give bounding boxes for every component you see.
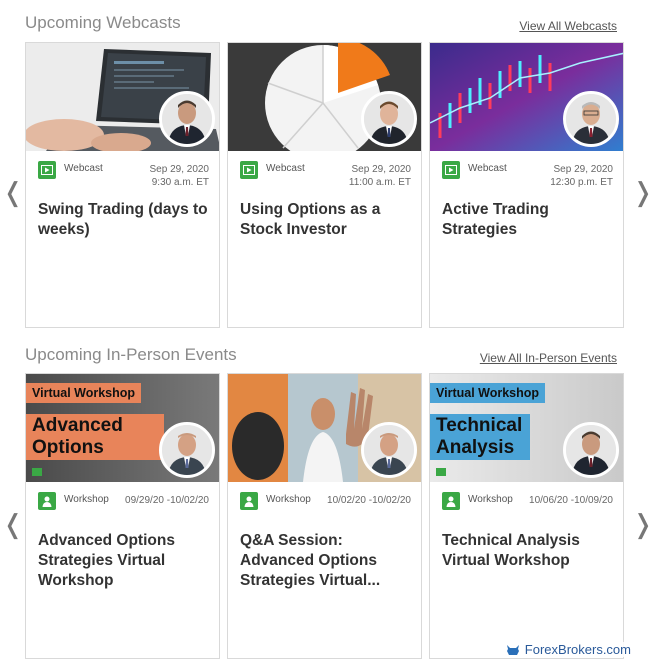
event-date-day: Sep 29, 2020 xyxy=(351,164,412,175)
event-type-label: Webcast xyxy=(64,163,103,174)
event-meta: Workshop 10/06/20 -10/09/20 xyxy=(430,482,623,524)
event-title[interactable]: Active Trading Strategies xyxy=(442,200,615,240)
event-type-label: Webcast xyxy=(266,163,305,174)
workshop-banner: Virtual Workshop Technical Analysis xyxy=(430,374,623,482)
event-date: 10/02/20 -10/02/20 xyxy=(327,495,411,506)
brand-logo-mark xyxy=(436,468,446,476)
event-card[interactable]: Workshop 10/02/20 -10/02/20 Q&A Session:… xyxy=(227,373,422,659)
event-meta: Workshop 10/02/20 -10/02/20 xyxy=(228,482,421,524)
webcast-meta: Webcast Sep 29, 2020 12:30 p.m. ET xyxy=(430,151,623,193)
event-title[interactable]: Swing Trading (days to weeks) xyxy=(38,200,211,240)
brand-logo-mark xyxy=(32,468,42,476)
event-date: 09/29/20 -10/02/20 xyxy=(125,495,209,506)
watermark-text: ForexBrokers.com xyxy=(524,642,631,657)
event-type-label: Workshop xyxy=(266,494,311,505)
view-all-webcasts-link[interactable]: View All Webcasts xyxy=(519,19,617,33)
qa-session-banner xyxy=(228,374,421,482)
event-title[interactable]: Q&A Session: Advanced Options Strategies… xyxy=(240,531,413,591)
event-date-time: 11:00 a.m. ET xyxy=(348,177,411,188)
events-heading: Upcoming In-Person Events xyxy=(25,345,237,364)
events-section: Upcoming In-Person Events View All In-Pe… xyxy=(0,335,653,671)
presenter-avatar xyxy=(361,91,417,147)
webcast-card[interactable]: Webcast Sep 29, 2020 12:30 p.m. ET Activ… xyxy=(429,42,624,328)
event-card[interactable]: Virtual Workshop Technical Analysis Work… xyxy=(429,373,624,659)
presenter-avatar xyxy=(159,422,215,478)
banner-tag: Virtual Workshop xyxy=(430,383,546,403)
event-date: Sep 29, 2020 12:30 p.m. ET xyxy=(550,163,613,189)
bull-logo-icon xyxy=(505,643,521,657)
event-title[interactable]: Using Options as a Stock Investor xyxy=(240,200,413,240)
webcasts-section: Upcoming Webcasts View All Webcasts ❬ ❭ xyxy=(0,0,653,335)
event-date: Sep 29, 2020 9:30 a.m. ET xyxy=(150,163,210,189)
webcast-card[interactable]: Webcast Sep 29, 2020 11:00 a.m. ET Using… xyxy=(227,42,422,328)
event-type-label: Workshop xyxy=(468,494,513,505)
webcast-thumbnail-pie xyxy=(228,43,421,151)
presenter-avatar xyxy=(159,91,215,147)
webcasts-prev-arrow[interactable]: ❬ xyxy=(2,178,24,208)
webcasts-heading: Upcoming Webcasts xyxy=(25,13,181,32)
webcast-meta: Webcast Sep 29, 2020 11:00 a.m. ET xyxy=(228,151,421,193)
workshop-person-icon xyxy=(38,492,56,510)
event-date-day: Sep 29, 2020 xyxy=(149,164,210,175)
webcast-play-icon xyxy=(442,161,460,179)
event-date-day: Sep 29, 2020 xyxy=(553,164,614,175)
banner-tag: Virtual Workshop xyxy=(26,383,142,403)
forexbrokers-watermark: ForexBrokers.com xyxy=(504,642,631,657)
event-type-label: Workshop xyxy=(64,494,109,505)
event-card[interactable]: Virtual Workshop Advanced Options Strate… xyxy=(25,373,220,659)
event-date: 10/06/20 -10/09/20 xyxy=(529,495,613,506)
event-date-time: 9:30 a.m. ET xyxy=(151,177,209,188)
workshop-person-icon xyxy=(442,492,460,510)
workshop-banner: Virtual Workshop Advanced Options Strate xyxy=(26,374,219,482)
event-date: Sep 29, 2020 11:00 a.m. ET xyxy=(349,163,411,189)
event-meta: Workshop 09/29/20 -10/02/20 xyxy=(26,482,219,524)
presenter-avatar xyxy=(563,422,619,478)
events-next-arrow[interactable]: ❭ xyxy=(632,510,653,540)
event-date-time: 12:30 p.m. ET xyxy=(550,177,613,188)
presenter-avatar xyxy=(361,422,417,478)
events-prev-arrow[interactable]: ❬ xyxy=(2,510,24,540)
banner-title: Advanced Options Strate xyxy=(26,414,164,460)
webcasts-next-arrow[interactable]: ❭ xyxy=(632,178,653,208)
webcast-thumbnail-laptop xyxy=(26,43,219,151)
workshop-person-icon xyxy=(240,492,258,510)
presenter-avatar xyxy=(563,91,619,147)
webcast-thumbnail-candles xyxy=(430,43,623,151)
banner-title: Technical Analysis xyxy=(430,414,530,460)
webcast-play-icon xyxy=(240,161,258,179)
event-type-label: Webcast xyxy=(468,163,507,174)
webcast-play-icon xyxy=(38,161,56,179)
event-title[interactable]: Technical Analysis Virtual Workshop xyxy=(442,531,615,571)
webcast-card[interactable]: Webcast Sep 29, 2020 9:30 a.m. ET Swing … xyxy=(25,42,220,328)
webcast-meta: Webcast Sep 29, 2020 9:30 a.m. ET xyxy=(26,151,219,193)
view-all-events-link[interactable]: View All In-Person Events xyxy=(480,351,617,365)
event-title[interactable]: Advanced Options Strategies Virtual Work… xyxy=(38,531,211,591)
